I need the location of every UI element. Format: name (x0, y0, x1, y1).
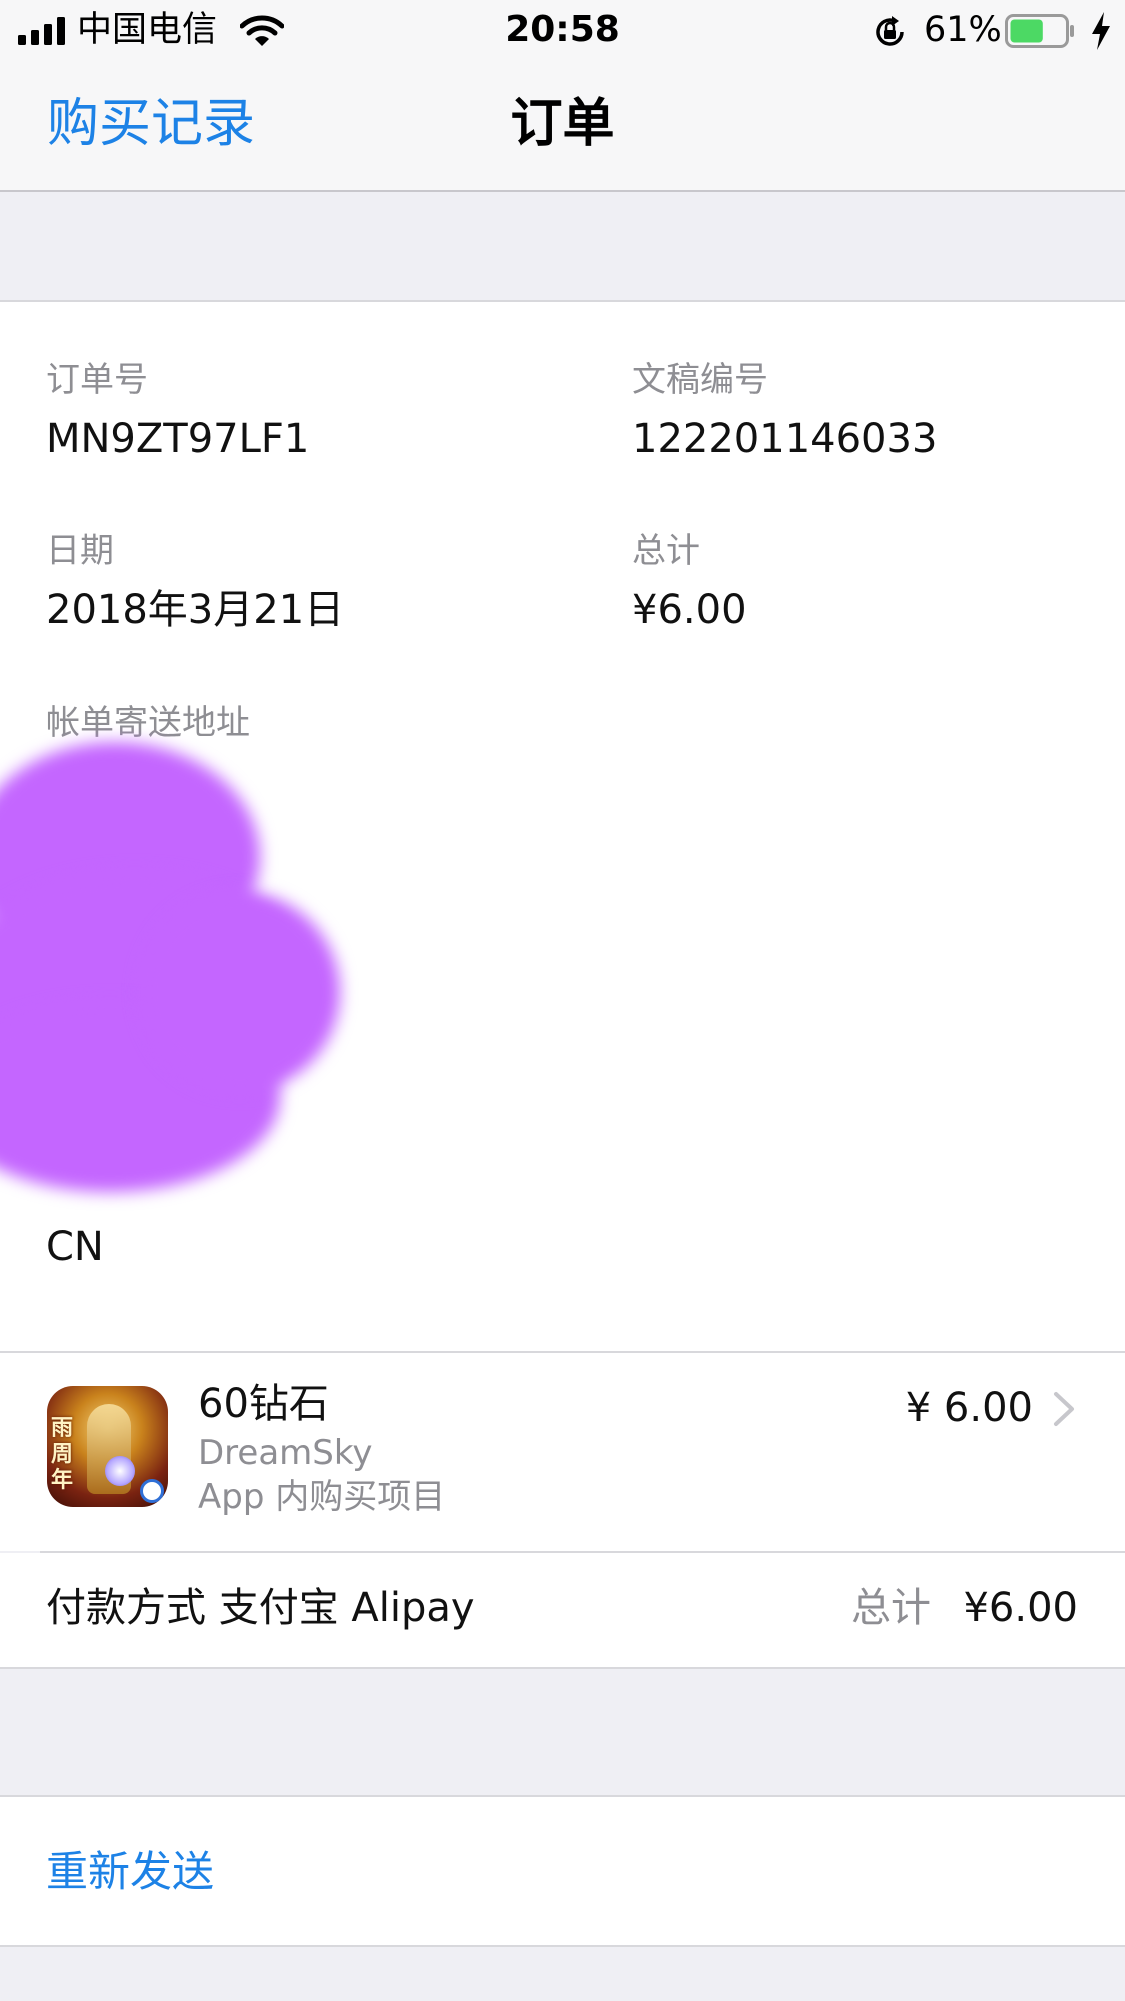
date-value: 2018年3月21日 (46, 587, 345, 633)
address-redaction (0, 732, 380, 1202)
payment-method: 付款方式 支付宝 Alipay (46, 1585, 475, 1631)
navigation-bar: 购买记录 订单 (0, 62, 1125, 192)
orientation-lock-icon (876, 16, 904, 46)
item-type: App 内购买项目 (198, 1477, 446, 1517)
app-icon-stamp: 雨周年 (51, 1416, 74, 1493)
date-label: 日期 (46, 531, 114, 571)
app-icon: 雨周年 (47, 1386, 168, 1507)
order-details-section: 订单号 MN9ZT97LF1 文稿编号 122201146033 日期 2018… (0, 300, 1125, 1353)
total-value: ¥6.00 (632, 587, 747, 633)
app-icon-badge (140, 1479, 164, 1503)
billing-country: CN (46, 1224, 104, 1270)
app-icon-orb (105, 1456, 135, 1486)
resend-button[interactable]: 重新发送 (46, 1845, 214, 1899)
order-id-value: MN9ZT97LF1 (46, 416, 310, 462)
payment-row: 付款方式 支付宝 Alipay 总计 ¥6.00 (0, 1553, 1125, 1669)
status-bar: 中国电信 20:58 61% (0, 0, 1125, 62)
total-label: 总计 (632, 531, 700, 571)
charging-bolt-icon (1092, 12, 1110, 50)
document-no-label: 文稿编号 (632, 360, 768, 400)
page-title: 订单 (510, 94, 615, 154)
chevron-right-icon (1054, 1392, 1074, 1426)
document-no-value: 122201146033 (632, 416, 938, 462)
purchase-item-row[interactable]: 雨周年 60钻石 DreamSky App 内购买项目 ¥ 6.00 (0, 1353, 1125, 1551)
order-id-label: 订单号 (46, 360, 148, 400)
battery-icon (1005, 14, 1074, 48)
item-developer: DreamSky (198, 1433, 373, 1473)
payment-total-value: ¥6.00 (963, 1585, 1078, 1631)
item-price: ¥ 6.00 (905, 1385, 1033, 1431)
item-name: 60钻石 (198, 1381, 329, 1427)
battery-percent: 61% (924, 10, 1002, 50)
payment-total-label: 总计 (851, 1585, 931, 1631)
resend-section: 重新发送 (0, 1795, 1125, 1947)
